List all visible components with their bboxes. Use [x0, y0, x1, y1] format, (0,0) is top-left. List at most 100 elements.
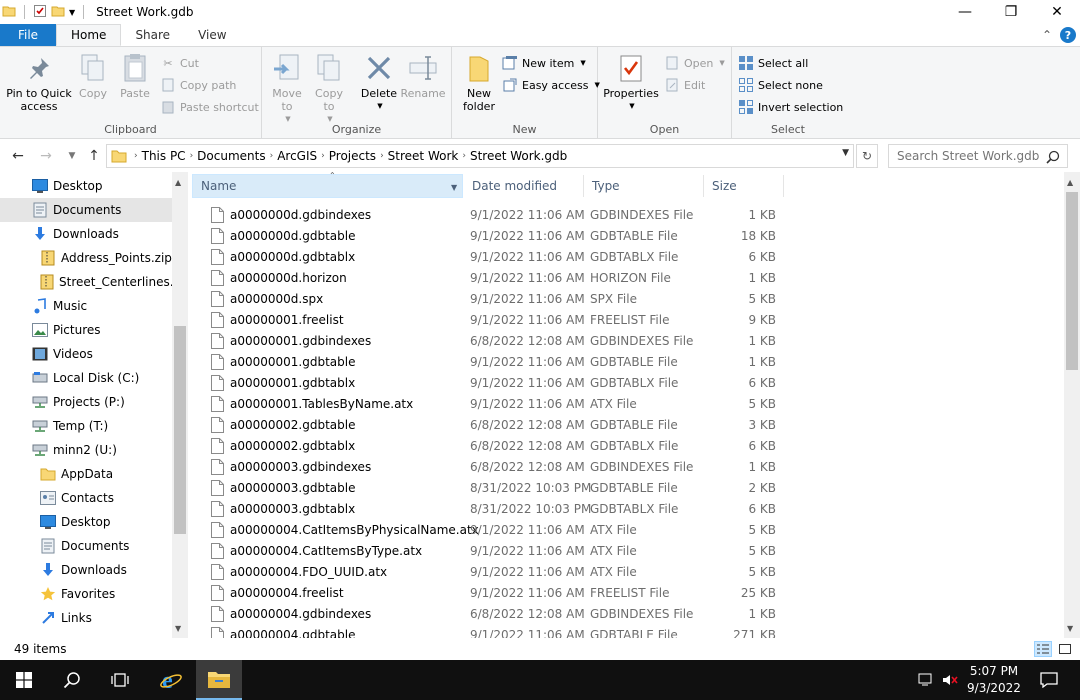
close-button[interactable]: ✕: [1034, 0, 1080, 24]
edit-button[interactable]: Edit: [664, 75, 705, 95]
tab-file[interactable]: File: [0, 24, 56, 46]
file-row[interactable]: a00000003.gdbindexes 6/8/2022 12:08 AM GDB…: [192, 457, 1064, 478]
nav-item[interactable]: Address_Points.zip: [0, 246, 172, 270]
copy-button[interactable]: Copy: [76, 51, 110, 100]
pin-to-quick-access-button[interactable]: Pin to Quick access: [4, 51, 74, 113]
address-bar[interactable]: › This PC › Documents › ArcGIS › Project…: [106, 144, 854, 168]
internet-explorer-button[interactable]: e: [148, 660, 194, 700]
tab-share[interactable]: Share: [121, 24, 184, 46]
file-row[interactable]: a0000000d.horizon 9/1/2022 11:06 AM HORIZO…: [192, 268, 1064, 289]
nav-item[interactable]: Videos: [0, 342, 172, 366]
scroll-up-icon[interactable]: ▲: [1067, 178, 1073, 187]
select-all-button[interactable]: Select all: [738, 53, 808, 73]
scroll-down-icon[interactable]: ▼: [1067, 624, 1073, 633]
paste-shortcut-button[interactable]: Paste shortcut: [160, 97, 259, 117]
start-button[interactable]: [0, 660, 48, 700]
file-row[interactable]: a00000004.CatItemsByPhysicalName.atx 9/1/…: [192, 520, 1064, 541]
nav-item[interactable]: Pictures: [0, 318, 172, 342]
paste-button[interactable]: Paste: [117, 51, 153, 100]
scroll-down-icon[interactable]: ▼: [175, 624, 181, 633]
tab-view[interactable]: View: [184, 24, 240, 46]
file-row[interactable]: a00000004.gdbindexes 6/8/2022 12:08 AM GDB…: [192, 604, 1064, 625]
action-center-button[interactable]: [1034, 660, 1064, 700]
file-row[interactable]: a0000000d.gdbtablx 9/1/2022 11:06 AM GDBTA…: [192, 247, 1064, 268]
file-row[interactable]: a0000000d.gdbindexes 9/1/2022 11:06 AM GDB…: [192, 205, 1064, 226]
nav-item[interactable]: Favorites: [0, 582, 172, 606]
file-row[interactable]: a00000003.gdbtablx 8/31/2022 10:03 PM GDBT…: [192, 499, 1064, 520]
rename-button[interactable]: Rename: [400, 51, 446, 100]
forward-button[interactable]: →: [36, 146, 56, 166]
details-view-button[interactable]: [1034, 641, 1052, 657]
nav-item[interactable]: Documents: [0, 198, 172, 222]
nav-item[interactable]: Documents: [0, 534, 172, 558]
properties-check-icon[interactable]: [33, 4, 47, 21]
file-row[interactable]: a00000004.freelist 9/1/2022 11:06 AM FREEL…: [192, 583, 1064, 604]
back-button[interactable]: ←: [8, 146, 28, 166]
address-dropdown-icon[interactable]: ▼: [842, 148, 849, 158]
system-clock[interactable]: 5:07 PM 9/3/2022: [964, 663, 1024, 697]
column-divider[interactable]: [783, 175, 784, 197]
nav-item[interactable]: Street_Centerlines.zip: [0, 270, 188, 294]
tab-home[interactable]: Home: [56, 24, 122, 46]
file-row[interactable]: a00000004.FDO_UUID.atx 9/1/2022 11:06 AM A…: [192, 562, 1064, 583]
open-button[interactable]: Open ▼: [664, 53, 725, 73]
file-row[interactable]: a0000000d.gdbtable 9/1/2022 11:06 AM GDBTA…: [192, 226, 1064, 247]
nav-item[interactable]: Contacts: [0, 486, 172, 510]
minimize-button[interactable]: —: [942, 0, 988, 24]
delete-button[interactable]: Delete ▼: [358, 51, 400, 113]
invert-selection-button[interactable]: Invert selection: [738, 97, 843, 117]
search-input[interactable]: [888, 144, 1068, 168]
select-none-button[interactable]: Select none: [738, 75, 823, 95]
file-row[interactable]: a00000004.CatItemsByType.atx 9/1/2022 11:…: [192, 541, 1064, 562]
breadcrumb-projects[interactable]: Projects: [329, 149, 376, 163]
cut-button[interactable]: ✂ Cut: [160, 53, 199, 73]
new-item-button[interactable]: New item ▼: [502, 53, 586, 73]
file-explorer-button[interactable]: [196, 660, 242, 700]
file-row[interactable]: a00000001.freelist 9/1/2022 11:06 AM FREEL…: [192, 310, 1064, 331]
breadcrumb-arcgis[interactable]: ArcGIS: [277, 149, 317, 163]
move-to-button[interactable]: Move to ▼: [268, 51, 306, 126]
file-row[interactable]: a00000001.gdbtablx 9/1/2022 11:06 AM GDBTA…: [192, 373, 1064, 394]
nav-item[interactable]: Desktop: [0, 174, 172, 198]
refresh-button[interactable]: ↻: [856, 144, 878, 168]
task-view-button[interactable]: [96, 660, 144, 700]
file-row[interactable]: a00000001.gdbindexes 6/8/2022 12:08 AM GDB…: [192, 331, 1064, 352]
file-row[interactable]: a00000002.gdbtable 6/8/2022 12:08 AM GDBTA…: [192, 415, 1064, 436]
file-row[interactable]: a00000001.TablesByName.atx 9/1/2022 11:06…: [192, 394, 1064, 415]
search-icon[interactable]: [1046, 150, 1060, 164]
up-button[interactable]: ↑: [84, 146, 104, 166]
nav-item[interactable]: AppData: [0, 462, 172, 486]
column-header-type[interactable]: Type: [584, 174, 704, 198]
new-folder-button[interactable]: New folder: [460, 51, 498, 113]
new-folder-icon[interactable]: [51, 4, 65, 21]
scrollbar-thumb[interactable]: [174, 326, 186, 534]
nav-item[interactable]: Temp (T:): [0, 414, 172, 438]
nav-item[interactable]: Local Disk (C:): [0, 366, 172, 390]
nav-item[interactable]: Desktop: [0, 510, 172, 534]
nav-item[interactable]: Links: [0, 606, 172, 630]
network-tray-icon[interactable]: [916, 660, 936, 700]
breadcrumb-this-pc[interactable]: This PC: [142, 149, 186, 163]
copy-to-button[interactable]: Copy to ▼: [310, 51, 348, 126]
column-header-date-modified[interactable]: Date modified: [464, 174, 584, 198]
breadcrumb-documents[interactable]: Documents: [197, 149, 265, 163]
search-taskbar-button[interactable]: [48, 660, 96, 700]
file-row[interactable]: a00000003.gdbtable 8/31/2022 10:03 PM GDBT…: [192, 478, 1064, 499]
help-icon[interactable]: ?: [1060, 27, 1076, 43]
column-header-size[interactable]: Size: [704, 174, 784, 198]
volume-muted-tray-icon[interactable]: [940, 660, 960, 700]
breadcrumb-street-work[interactable]: Street Work: [388, 149, 459, 163]
nav-item[interactable]: minn2 (U:): [0, 438, 172, 462]
nav-pane-scrollbar[interactable]: ▲ ▼: [172, 172, 188, 638]
file-list-scrollbar[interactable]: ▲ ▼: [1064, 172, 1080, 638]
breadcrumb-street-work-gdb[interactable]: Street Work.gdb: [470, 149, 567, 163]
properties-button[interactable]: Properties ▼: [603, 51, 659, 113]
file-row[interactable]: a00000001.gdbtable 9/1/2022 11:06 AM GDBTA…: [192, 352, 1064, 373]
collapse-ribbon-icon[interactable]: ⌃: [1042, 28, 1052, 42]
customize-toolbar-dropdown-icon[interactable]: ▼: [69, 8, 75, 17]
copy-path-button[interactable]: Copy path: [160, 75, 236, 95]
nav-item[interactable]: Music: [0, 294, 172, 318]
column-header-name[interactable]: Name ⌃ ▼: [192, 172, 463, 198]
file-row[interactable]: a00000004.gdbtable 9/1/2022 11:06 AM GDBTA…: [192, 625, 1064, 638]
easy-access-button[interactable]: Easy access ▼: [502, 75, 600, 95]
